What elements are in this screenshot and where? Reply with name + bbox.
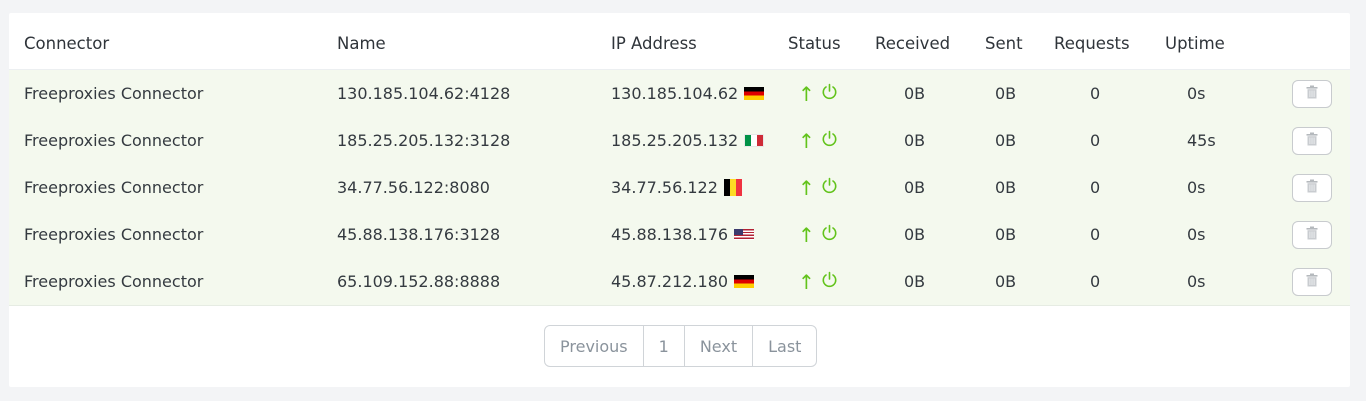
name-cell: 65.109.152.88:8888 bbox=[337, 272, 501, 291]
ip-cell: 45.87.212.180 bbox=[611, 272, 755, 291]
arrow-up-icon: ↑ bbox=[798, 269, 815, 294]
requests-cell: 0 bbox=[1090, 84, 1101, 103]
arrow-up-icon: ↑ bbox=[798, 222, 815, 247]
us-flag-icon bbox=[734, 229, 755, 240]
delete-button[interactable] bbox=[1292, 79, 1332, 108]
be-flag-icon bbox=[723, 179, 742, 196]
header-ip-address[interactable]: IP Address bbox=[611, 34, 697, 53]
name-cell: 185.25.205.132:3128 bbox=[337, 131, 511, 150]
received-cell: 0B bbox=[904, 225, 926, 244]
connector-cell: Freeproxies Connector bbox=[24, 84, 204, 103]
pagination: Previous 1 Next Last bbox=[544, 325, 818, 367]
name-cell: 130.185.104.62:4128 bbox=[337, 84, 511, 103]
connector-cell: Freeproxies Connector bbox=[24, 178, 204, 197]
sent-cell: 0B bbox=[995, 131, 1017, 150]
ip-address-text: 130.185.104.62 bbox=[611, 84, 739, 103]
uptime-cell: 45s bbox=[1187, 131, 1216, 150]
connector-cell: Freeproxies Connector bbox=[24, 225, 204, 244]
received-cell: 0B bbox=[904, 178, 926, 197]
header-uptime[interactable]: Uptime bbox=[1165, 34, 1225, 53]
ip-address-text: 34.77.56.122 bbox=[611, 178, 718, 197]
de-flag-icon bbox=[744, 87, 765, 100]
status-cell: ↑ bbox=[798, 271, 838, 293]
trash-icon bbox=[1306, 178, 1318, 197]
uptime-cell: 0s bbox=[1187, 225, 1206, 244]
arrow-up-icon: ↑ bbox=[798, 128, 815, 153]
name-cell: 34.77.56.122:8080 bbox=[337, 178, 490, 197]
ip-cell: 185.25.205.132 bbox=[611, 131, 765, 150]
requests-cell: 0 bbox=[1090, 225, 1101, 244]
requests-cell: 0 bbox=[1090, 178, 1101, 197]
de-flag-icon bbox=[734, 275, 755, 288]
requests-cell: 0 bbox=[1090, 272, 1101, 291]
power-icon[interactable] bbox=[821, 130, 838, 152]
ip-cell: 34.77.56.122 bbox=[611, 178, 742, 197]
arrow-up-icon: ↑ bbox=[798, 81, 815, 106]
delete-button[interactable] bbox=[1292, 267, 1332, 296]
ip-address-text: 45.88.138.176 bbox=[611, 225, 729, 244]
status-cell: ↑ bbox=[798, 224, 838, 246]
next-page-button[interactable]: Next bbox=[685, 326, 754, 366]
table-row[interactable]: Freeproxies Connector 130.185.104.62:4128… bbox=[9, 70, 1350, 118]
ip-address-text: 45.87.212.180 bbox=[611, 272, 729, 291]
received-cell: 0B bbox=[904, 84, 926, 103]
previous-page-button[interactable]: Previous bbox=[545, 326, 644, 366]
last-page-button[interactable]: Last bbox=[753, 326, 816, 366]
sent-cell: 0B bbox=[995, 225, 1017, 244]
received-cell: 0B bbox=[904, 272, 926, 291]
delete-button[interactable] bbox=[1292, 126, 1332, 155]
ip-cell: 130.185.104.62 bbox=[611, 84, 765, 103]
status-cell: ↑ bbox=[798, 177, 838, 199]
table-row[interactable]: Freeproxies Connector 34.77.56.122:8080 34… bbox=[9, 164, 1350, 212]
sent-cell: 0B bbox=[995, 178, 1017, 197]
header-received[interactable]: Received bbox=[875, 34, 950, 53]
status-cell: ↑ bbox=[798, 130, 838, 152]
power-icon[interactable] bbox=[821, 271, 838, 293]
header-sent[interactable]: Sent bbox=[985, 34, 1023, 53]
sent-cell: 0B bbox=[995, 84, 1017, 103]
header-name[interactable]: Name bbox=[337, 34, 386, 53]
table-row[interactable]: Freeproxies Connector 185.25.205.132:3128… bbox=[9, 117, 1350, 165]
delete-button[interactable] bbox=[1292, 173, 1332, 202]
status-cell: ↑ bbox=[798, 83, 838, 105]
table-row[interactable]: Freeproxies Connector 45.88.138.176:3128 4… bbox=[9, 211, 1350, 259]
uptime-cell: 0s bbox=[1187, 272, 1206, 291]
trash-icon bbox=[1306, 272, 1318, 291]
power-icon[interactable] bbox=[821, 83, 838, 105]
power-icon[interactable] bbox=[821, 224, 838, 246]
delete-button[interactable] bbox=[1292, 220, 1332, 249]
trash-icon bbox=[1306, 84, 1318, 103]
name-cell: 45.88.138.176:3128 bbox=[337, 225, 501, 244]
header-status[interactable]: Status bbox=[788, 34, 841, 53]
connectors-table-card: Connector Name IP Address Status Receive… bbox=[9, 13, 1350, 387]
ip-address-text: 185.25.205.132 bbox=[611, 131, 739, 150]
power-icon[interactable] bbox=[821, 177, 838, 199]
it-flag-icon bbox=[744, 134, 765, 147]
requests-cell: 0 bbox=[1090, 131, 1101, 150]
header-connector[interactable]: Connector bbox=[24, 34, 109, 53]
sent-cell: 0B bbox=[995, 272, 1017, 291]
arrow-up-icon: ↑ bbox=[798, 175, 815, 200]
page-1-button[interactable]: 1 bbox=[644, 326, 685, 366]
trash-icon bbox=[1306, 225, 1318, 244]
trash-icon bbox=[1306, 131, 1318, 150]
uptime-cell: 0s bbox=[1187, 84, 1206, 103]
uptime-cell: 0s bbox=[1187, 178, 1206, 197]
connector-cell: Freeproxies Connector bbox=[24, 131, 204, 150]
connector-cell: Freeproxies Connector bbox=[24, 272, 204, 291]
received-cell: 0B bbox=[904, 131, 926, 150]
table-header-row: Connector Name IP Address Status Receive… bbox=[9, 17, 1350, 70]
header-requests[interactable]: Requests bbox=[1054, 34, 1130, 53]
table-row[interactable]: Freeproxies Connector 65.109.152.88:8888 4… bbox=[9, 258, 1350, 306]
ip-cell: 45.88.138.176 bbox=[611, 225, 755, 244]
